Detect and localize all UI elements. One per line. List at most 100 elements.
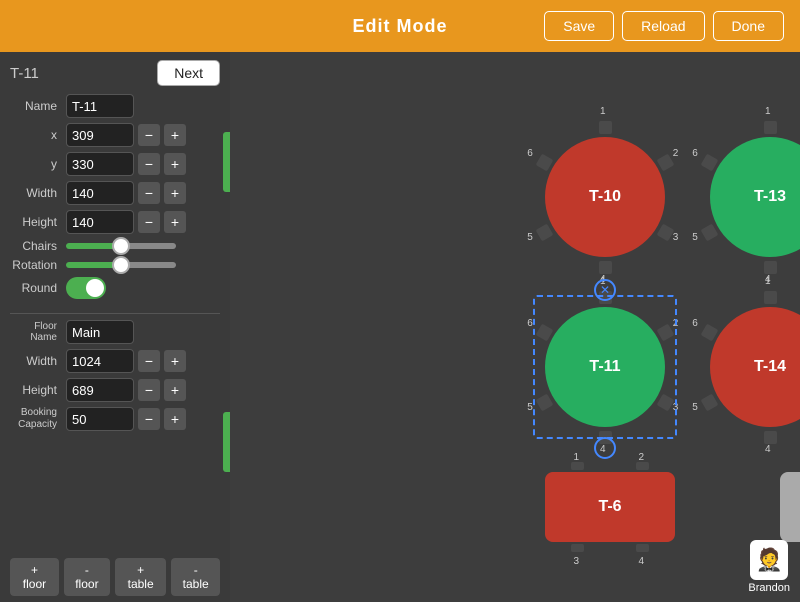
floor-name-input[interactable] bbox=[66, 320, 134, 344]
chairs-row: Chairs bbox=[10, 239, 220, 253]
x-increment[interactable]: + bbox=[164, 124, 186, 146]
height-increment[interactable]: + bbox=[164, 211, 186, 233]
booking-increment[interactable]: + bbox=[164, 408, 186, 430]
floor-width-row: Width − + bbox=[10, 349, 220, 373]
chair-number: 4 bbox=[639, 556, 645, 567]
bottom-buttons: + floor - floor + table - table bbox=[10, 552, 220, 596]
name-input[interactable] bbox=[66, 94, 134, 118]
table-item-t-6[interactable]: T-61324 bbox=[525, 452, 695, 572]
x-row: x − + bbox=[10, 123, 220, 147]
reload-button[interactable]: Reload bbox=[622, 11, 704, 41]
remove-floor-button[interactable]: - floor bbox=[64, 558, 110, 596]
chairs-label: Chairs bbox=[10, 239, 62, 253]
name-label: Name bbox=[10, 99, 62, 113]
chair bbox=[636, 462, 649, 470]
width-label: Width bbox=[10, 186, 62, 200]
canvas-area[interactable]: 123456T-10123456T-13123456T-12123456T-11… bbox=[230, 52, 800, 602]
floor-height-decrement[interactable]: − bbox=[138, 379, 160, 401]
chair-number: 3 bbox=[673, 402, 679, 413]
floor-height-row: Height − + bbox=[10, 378, 220, 402]
height-input[interactable] bbox=[66, 210, 134, 234]
avatar-name: Brandon bbox=[748, 582, 790, 594]
floor-width-label: Width bbox=[10, 354, 62, 368]
table-circle: T-13 bbox=[710, 137, 800, 257]
chair bbox=[599, 121, 612, 134]
x-decrement[interactable]: − bbox=[138, 124, 160, 146]
rotation-slider[interactable] bbox=[66, 262, 176, 268]
chair-number: 2 bbox=[673, 148, 679, 159]
floor-width-increment[interactable]: + bbox=[164, 350, 186, 372]
width-input[interactable] bbox=[66, 181, 134, 205]
floor-height-label: Height bbox=[10, 383, 62, 397]
chair bbox=[700, 153, 718, 171]
sidebar-accent-top bbox=[223, 132, 230, 192]
chair bbox=[571, 462, 584, 470]
chair bbox=[599, 261, 612, 274]
x-input[interactable] bbox=[66, 123, 134, 147]
chair-number: 1 bbox=[600, 106, 606, 117]
table-rect: T-6 bbox=[545, 472, 675, 542]
width-increment[interactable]: + bbox=[164, 182, 186, 204]
booking-capacity-row: BookingCapacity − + bbox=[10, 407, 220, 431]
chair bbox=[700, 393, 718, 411]
floor-width-decrement[interactable]: − bbox=[138, 350, 160, 372]
add-table-button[interactable]: + table bbox=[115, 558, 167, 596]
chair bbox=[764, 291, 777, 304]
chair-number: 1 bbox=[765, 276, 771, 287]
resize-handle-top[interactable]: ✕ bbox=[594, 279, 616, 301]
floor-name-label: Floor Name bbox=[10, 321, 62, 343]
y-decrement[interactable]: − bbox=[138, 153, 160, 175]
topbar-buttons: Save Reload Done bbox=[544, 11, 784, 41]
chair-number: 6 bbox=[692, 148, 698, 159]
save-button[interactable]: Save bbox=[544, 11, 614, 41]
table-item-t-14[interactable]: 123456T-14 bbox=[690, 287, 800, 447]
sidebar-header: T-11 Next bbox=[10, 60, 220, 86]
round-label: Round bbox=[10, 281, 62, 295]
floor-name-row: Floor Name bbox=[10, 320, 220, 344]
avatar-icon: 🤵 bbox=[750, 540, 788, 580]
round-toggle[interactable] bbox=[66, 277, 106, 299]
booking-capacity-input[interactable] bbox=[66, 407, 134, 431]
remove-table-button[interactable]: - table bbox=[171, 558, 220, 596]
table-circle: T-11 bbox=[545, 307, 665, 427]
floor-height-increment[interactable]: + bbox=[164, 379, 186, 401]
chair-number: 5 bbox=[692, 402, 698, 413]
booking-decrement[interactable]: − bbox=[138, 408, 160, 430]
floor-height-input[interactable] bbox=[66, 378, 134, 402]
rotation-row: Rotation bbox=[10, 258, 220, 272]
chair-number: 2 bbox=[639, 452, 645, 463]
chair-number: 6 bbox=[527, 148, 533, 159]
chair bbox=[764, 261, 777, 274]
chair bbox=[700, 223, 718, 241]
y-increment[interactable]: + bbox=[164, 153, 186, 175]
width-decrement[interactable]: − bbox=[138, 182, 160, 204]
table-item-t-11[interactable]: 123456T-11✕ bbox=[525, 287, 685, 447]
chair-number: 6 bbox=[692, 318, 698, 329]
table-item-t-10[interactable]: 123456T-10 bbox=[525, 117, 685, 277]
chair bbox=[764, 431, 777, 444]
round-row: Round bbox=[10, 277, 220, 299]
booking-capacity-label: BookingCapacity bbox=[10, 407, 62, 431]
sidebar-accent-bottom bbox=[223, 412, 230, 472]
chair-number: 3 bbox=[574, 556, 580, 567]
chairs-slider[interactable] bbox=[66, 243, 176, 249]
floor-width-input[interactable] bbox=[66, 349, 134, 373]
divider bbox=[10, 313, 220, 314]
chair bbox=[535, 153, 553, 171]
topbar: Edit Mode Save Reload Done bbox=[0, 0, 800, 52]
toggle-knob bbox=[86, 279, 104, 297]
chair-number: 5 bbox=[527, 232, 533, 243]
y-input[interactable] bbox=[66, 152, 134, 176]
main-layout: T-11 Next Name x − + y − + Width − + bbox=[0, 52, 800, 602]
avatar-area[interactable]: 🤵 Brandon bbox=[748, 540, 790, 594]
done-button[interactable]: Done bbox=[713, 11, 784, 41]
height-row: Height − + bbox=[10, 210, 220, 234]
table-circle: T-10 bbox=[545, 137, 665, 257]
next-button[interactable]: Next bbox=[157, 60, 220, 86]
height-decrement[interactable]: − bbox=[138, 211, 160, 233]
table-item-t-13[interactable]: 123456T-13 bbox=[690, 117, 800, 277]
x-label: x bbox=[10, 128, 62, 142]
chair bbox=[535, 323, 553, 341]
chair bbox=[571, 544, 584, 552]
add-floor-button[interactable]: + floor bbox=[10, 558, 59, 596]
